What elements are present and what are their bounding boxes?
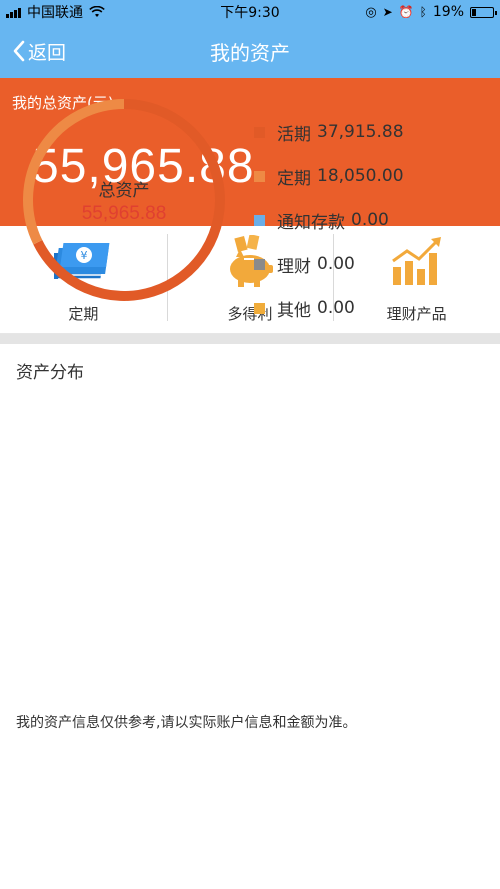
nav-bar: 返回 我的资产	[0, 24, 500, 78]
status-right: ◎ ➤ ⏰ ᛒ 19%	[365, 4, 497, 20]
signal-icon	[6, 6, 21, 18]
legend-swatch	[254, 126, 265, 138]
legend-name: 理财	[277, 256, 311, 277]
distribution-legend: 活期 37,915.88 定期 18,050.00 通知存款 0.00 理财 0…	[254, 110, 404, 330]
legend-value: 18,050.00	[317, 166, 404, 186]
section-divider	[0, 334, 500, 344]
legend-item-current: 活期 37,915.88	[254, 110, 404, 154]
legend-value: 0.00	[317, 298, 355, 318]
legend-swatch	[254, 214, 265, 226]
battery-icon	[470, 6, 497, 18]
donut-center-label: 总资产	[98, 180, 150, 201]
legend-name: 通知存款	[277, 212, 345, 233]
legend-value: 37,915.88	[317, 122, 404, 142]
donut-center-value: 55,965.88	[81, 202, 167, 224]
carrier-label: 中国联通	[27, 5, 83, 21]
page-title: 我的资产	[210, 40, 290, 65]
quick-action-label: 定期	[68, 305, 99, 323]
legend-name: 其他	[277, 300, 311, 321]
legend-name: 定期	[277, 168, 311, 189]
wifi-icon	[89, 6, 105, 17]
location-icon: ➤	[382, 5, 393, 19]
legend-item-wealth: 理财 0.00	[254, 242, 404, 286]
legend-name: 活期	[277, 124, 311, 145]
legend-swatch	[254, 302, 265, 314]
chevron-left-icon	[13, 40, 25, 62]
back-label: 返回	[28, 41, 67, 64]
legend-value: 0.00	[351, 210, 389, 230]
battery-percent: 19%	[432, 4, 464, 20]
disclaimer-note: 我的资产信息仅供参考,请以实际账户信息和金额为准。	[16, 715, 357, 731]
status-left: 中国联通	[6, 2, 105, 22]
legend-swatch	[254, 258, 265, 270]
legend-item-fixed: 定期 18,050.00	[254, 154, 404, 198]
back-button[interactable]: 返回	[12, 24, 66, 78]
legend-swatch	[254, 170, 265, 182]
status-bar: 中国联通 下午9:30 ◎ ➤ ⏰ ᛒ 19%	[0, 0, 500, 24]
legend-item-notice-deposit: 通知存款 0.00	[254, 198, 404, 242]
alarm-icon: ⏰	[398, 5, 414, 19]
bluetooth-icon: ᛒ	[419, 5, 427, 19]
legend-item-other: 其他 0.00	[254, 286, 404, 330]
orientation-lock-icon: ◎	[365, 4, 377, 20]
legend-value: 0.00	[317, 254, 355, 274]
distribution-title: 资产分布	[16, 363, 84, 383]
donut-center: 总资产 55,965.88	[20, 96, 228, 304]
